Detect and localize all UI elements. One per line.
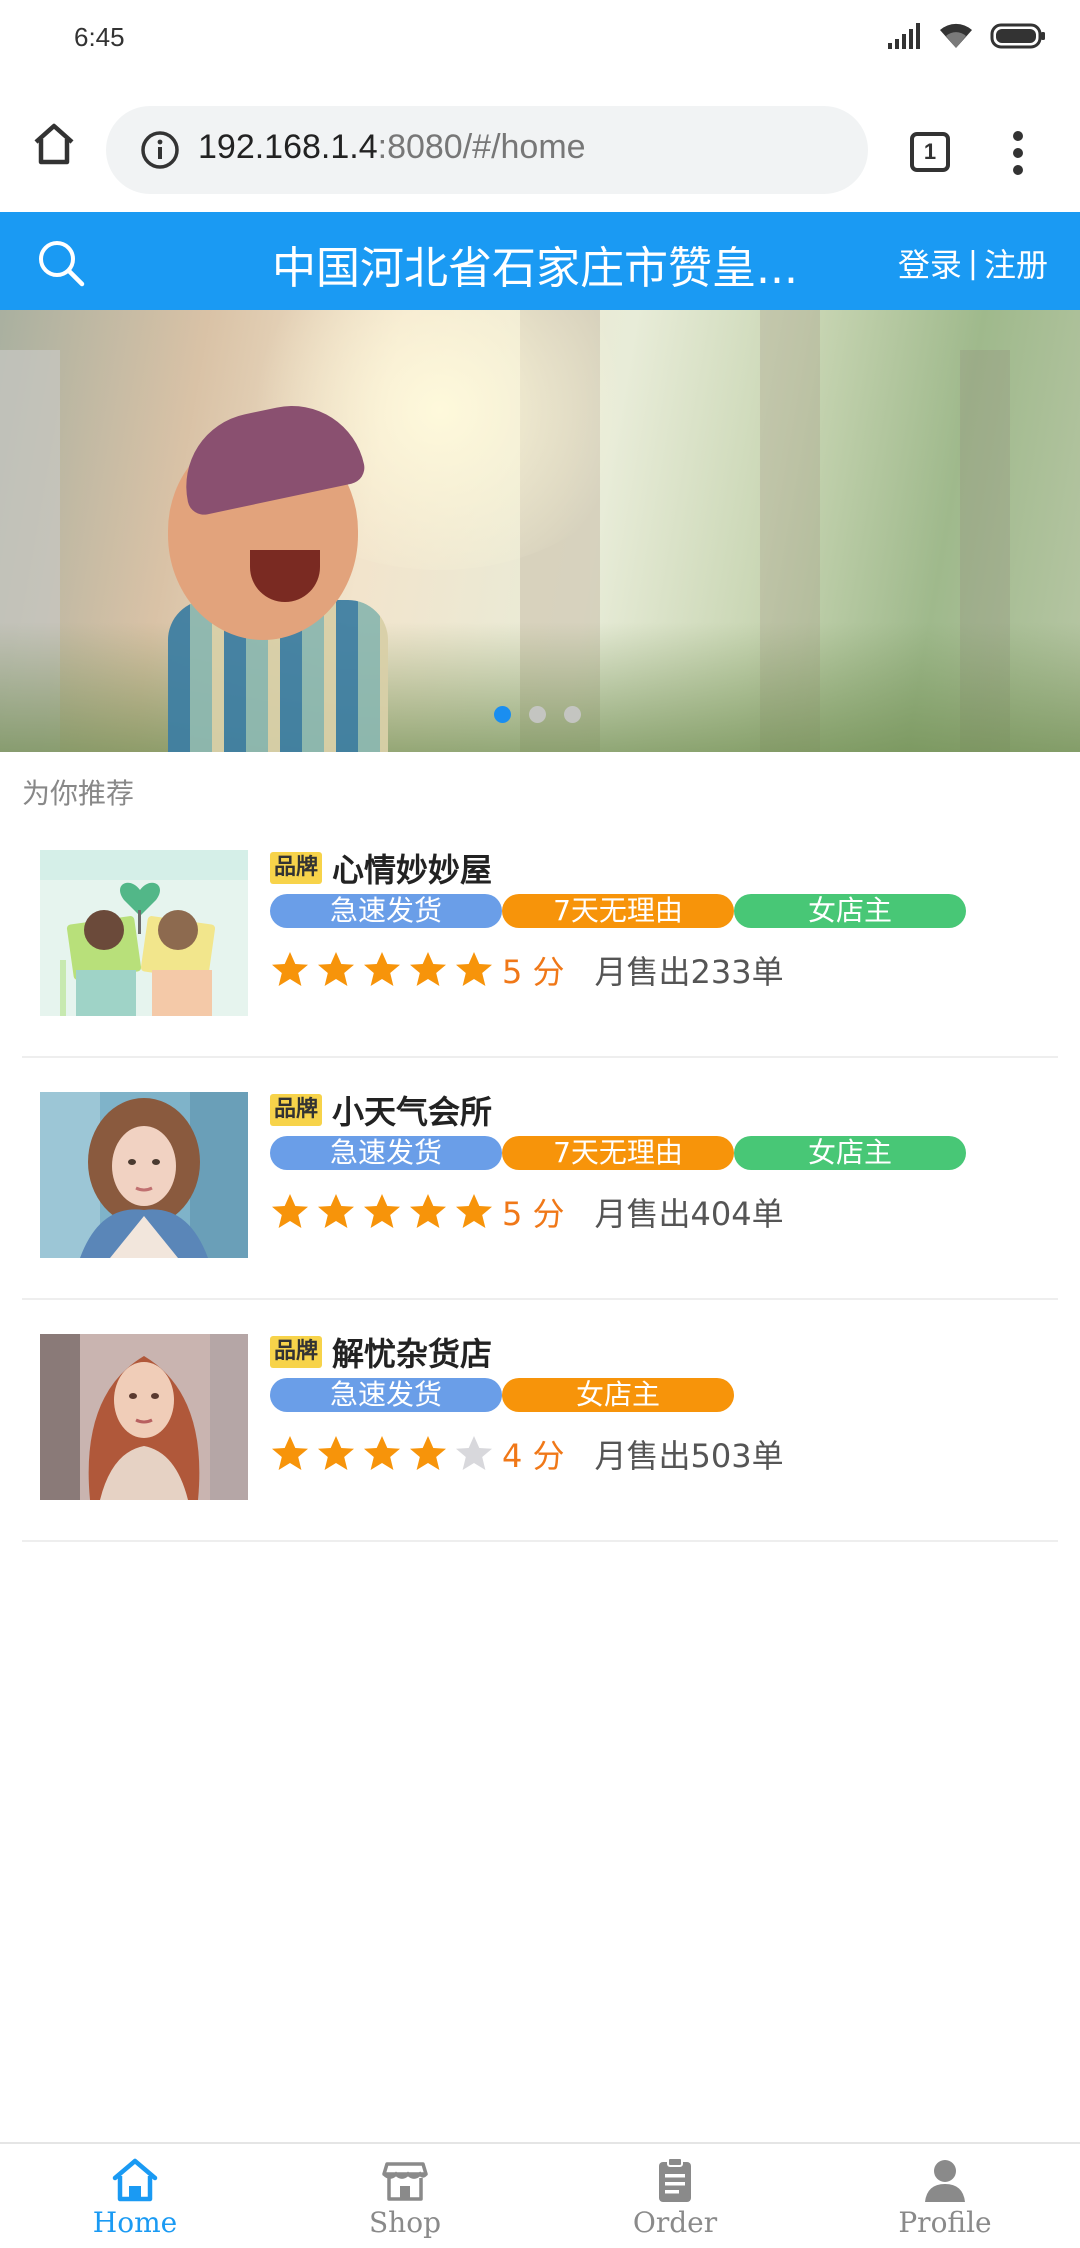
person-icon: [925, 2160, 965, 2202]
browser-toolbar: 192.168.1.4:8080/#/home 1: [0, 76, 1080, 212]
tag-female-owner: 女店主: [734, 1136, 966, 1170]
tab-profile-label: Profile: [898, 2206, 992, 2239]
star-icon: [410, 952, 446, 986]
shop-icon: [382, 2162, 428, 2201]
carousel-dot[interactable]: [494, 706, 511, 723]
shop-list: 品牌 心情妙妙屋 急速发货 7天无理由 女店主 5 分 月售出233单 品牌 小…: [22, 816, 1058, 1542]
auth-links: 登录 | 注册: [898, 240, 1048, 286]
shop-name: 解忧杂货店: [332, 1335, 493, 1373]
brand-badge: 品牌: [270, 852, 323, 884]
shop-thumbnail: [40, 1334, 248, 1500]
search-icon[interactable]: [36, 238, 86, 288]
star-icon: [318, 952, 354, 986]
star-icon: [364, 952, 400, 986]
star-icon: [456, 952, 492, 986]
login-link[interactable]: 登录: [898, 240, 962, 286]
url-text[interactable]: 192.168.1.4:8080/#/home: [198, 128, 586, 167]
tag-7day-return: 7天无理由: [502, 1136, 734, 1170]
tag-7day-return: 7天无理由: [502, 894, 734, 928]
star-icon: [456, 1436, 492, 1470]
star-icon: [272, 1436, 308, 1470]
shop-tags: 急速发货 女店主: [270, 1378, 1030, 1412]
rating-row: 4 分 月售出503单: [270, 1432, 1030, 1476]
star-icon: [410, 1194, 446, 1228]
star-icon: [318, 1194, 354, 1228]
brand-badge: 品牌: [270, 1336, 323, 1368]
bottom-tab-bar: Home Shop Order Profile: [0, 2142, 1080, 2248]
banner-carousel[interactable]: [0, 310, 1080, 752]
tab-order-label: Order: [632, 2206, 718, 2239]
shop-item[interactable]: 品牌 小天气会所 急速发货 7天无理由 女店主 5 分 月售出404单: [22, 1058, 1058, 1300]
status-icons: [888, 22, 1046, 50]
shop-tags: 急速发货 7天无理由 女店主: [270, 894, 1030, 928]
carousel-dot[interactable]: [529, 706, 546, 723]
shop-name: 小天气会所: [332, 1093, 493, 1131]
shop-item[interactable]: 品牌 心情妙妙屋 急速发货 7天无理由 女店主 5 分 月售出233单: [22, 816, 1058, 1058]
star-icon: [364, 1194, 400, 1228]
status-time: 6:45: [74, 22, 125, 52]
tag-fast-shipping: 急速发货: [270, 894, 502, 928]
carousel-dot[interactable]: [564, 706, 581, 723]
tag-female-owner: 女店主: [502, 1378, 734, 1412]
shop-item[interactable]: 品牌 解忧杂货店 急速发货 女店主 4 分 月售出503单: [22, 1300, 1058, 1542]
address-bar[interactable]: 192.168.1.4:8080/#/home: [106, 106, 868, 194]
monthly-sales: 月售出404单: [594, 1195, 784, 1233]
menu-icon[interactable]: [1008, 130, 1028, 176]
rating-score: 5 分: [502, 953, 565, 991]
app-header: 中国河北省石家庄市赞皇... 登录 | 注册: [0, 212, 1080, 310]
location-title[interactable]: 中国河北省石家庄市赞皇...: [272, 232, 812, 296]
rating-row: 5 分 月售出404单: [270, 1190, 1030, 1234]
tab-home-label: Home: [92, 2206, 178, 2239]
register-link[interactable]: 注册: [984, 240, 1048, 286]
star-rating: [270, 1192, 494, 1232]
shop-thumbnail: [40, 850, 248, 1016]
tab-order[interactable]: Order: [540, 2144, 810, 2248]
banner-image-ground: [0, 622, 1080, 752]
home-icon[interactable]: [30, 120, 78, 168]
rating-row: 5 分 月售出233单: [270, 948, 1030, 992]
star-icon: [364, 1436, 400, 1470]
tag-fast-shipping: 急速发货: [270, 1378, 502, 1412]
shop-thumbnail: [40, 1092, 248, 1258]
shop-name-row: 品牌 心情妙妙屋: [270, 848, 1030, 889]
star-icon: [410, 1436, 446, 1470]
section-title: 为你推荐: [22, 777, 135, 810]
shop-info: 品牌 心情妙妙屋 急速发货 7天无理由 女店主 5 分 月售出233单: [270, 848, 1030, 992]
status-bar: 6:45: [0, 0, 1080, 76]
brand-badge: 品牌: [270, 1094, 323, 1126]
shop-name-row: 品牌 解忧杂货店: [270, 1332, 1030, 1373]
tab-switcher-button[interactable]: 1: [910, 132, 950, 172]
shop-name: 心情妙妙屋: [332, 851, 493, 889]
info-icon[interactable]: [140, 130, 180, 170]
monthly-sales: 月售出233单: [594, 953, 784, 991]
battery-icon: [990, 23, 1045, 49]
monthly-sales: 月售出503单: [594, 1437, 784, 1475]
carousel-indicator: [494, 706, 581, 723]
tab-shop[interactable]: Shop: [270, 2144, 540, 2248]
star-rating: [270, 1434, 494, 1474]
wifi-icon: [940, 23, 972, 48]
url-host: 192.168.1.4: [198, 128, 378, 166]
clipboard-icon: [659, 2157, 691, 2202]
star-rating: [270, 950, 494, 990]
tab-profile[interactable]: Profile: [810, 2144, 1080, 2248]
rating-score: 5 分: [502, 1195, 565, 1233]
tag-female-owner: 女店主: [734, 894, 966, 928]
tab-home[interactable]: Home: [0, 2144, 270, 2248]
star-icon: [456, 1194, 492, 1228]
shop-tags: 急速发货 7天无理由 女店主: [270, 1136, 1030, 1170]
shop-info: 品牌 小天气会所 急速发货 7天无理由 女店主 5 分 月售出404单: [270, 1090, 1030, 1234]
star-icon: [318, 1436, 354, 1470]
shop-name-row: 品牌 小天气会所: [270, 1090, 1030, 1131]
url-path: :8080/#/home: [377, 128, 586, 166]
star-icon: [272, 1194, 308, 1228]
tag-fast-shipping: 急速发货: [270, 1136, 502, 1170]
auth-separator: |: [967, 245, 978, 281]
rating-score: 4 分: [502, 1437, 565, 1475]
signal-icon: [888, 23, 920, 49]
shop-info: 品牌 解忧杂货店 急速发货 女店主 4 分 月售出503单: [270, 1332, 1030, 1476]
home-icon: [112, 2158, 158, 2202]
star-icon: [272, 952, 308, 986]
tab-shop-label: Shop: [369, 2206, 441, 2239]
